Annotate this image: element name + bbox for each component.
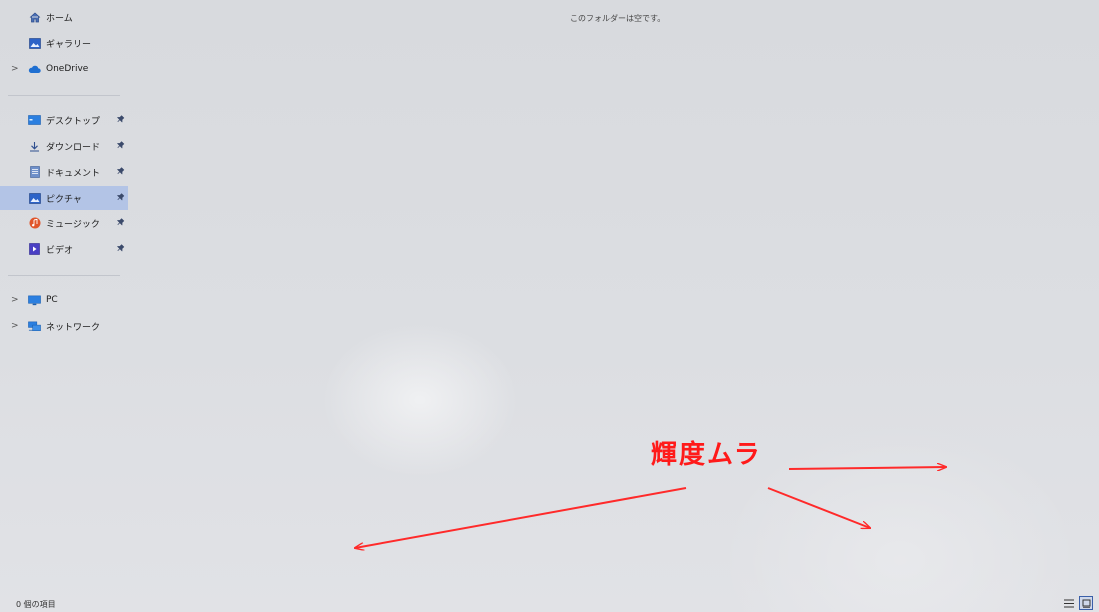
tiles-icon	[1082, 599, 1090, 608]
sidebar-item-label: ホーム	[46, 13, 73, 24]
navigation-pane: ホーム ギャラリー > OneDrive デスクトップ ダウンロード ドキュメン…	[0, 0, 130, 590]
sidebar-item-downloads[interactable]: ダウンロード	[0, 134, 128, 158]
sidebar-item-gallery[interactable]: ギャラリー	[0, 31, 128, 55]
sidebar-item-label: PC	[46, 295, 58, 305]
sidebar-item-label: ビデオ	[46, 245, 74, 256]
document-icon	[28, 166, 41, 178]
status-item-count: 0 個の項目	[16, 600, 56, 609]
annotation-arrow-down-right	[767, 487, 870, 528]
pictures-icon	[28, 192, 41, 204]
sidebar-item-label: ギャラリー	[46, 39, 92, 50]
sidebar-divider	[8, 275, 120, 276]
sidebar-item-documents[interactable]: ドキュメント	[0, 160, 128, 184]
view-toggle	[1062, 596, 1093, 610]
large-icons-view-button[interactable]	[1079, 596, 1093, 610]
chevron-right-icon[interactable]: >	[11, 64, 19, 74]
file-explorer-window: ホーム ギャラリー > OneDrive デスクトップ ダウンロード ドキュメン…	[0, 0, 1099, 612]
home-icon	[28, 11, 41, 23]
pin-icon[interactable]	[113, 243, 125, 255]
desktop-icon	[28, 114, 41, 126]
pin-icon[interactable]	[113, 140, 125, 152]
sidebar-item-label: ネットワーク	[46, 322, 101, 333]
sidebar-item-label: ミュージック	[46, 219, 100, 230]
empty-folder-message: このフォルダーは空です。	[570, 14, 666, 23]
pc-icon	[28, 294, 41, 306]
music-icon	[28, 217, 41, 229]
sidebar-item-label: ドキュメント	[46, 168, 101, 179]
pin-icon[interactable]	[113, 166, 125, 178]
pin-icon[interactable]	[113, 217, 125, 229]
chevron-right-icon[interactable]: >	[11, 321, 19, 331]
list-icon	[1064, 599, 1074, 607]
sidebar-item-network[interactable]: > ネットワーク	[0, 314, 128, 338]
sidebar-item-home[interactable]: ホーム	[0, 5, 128, 29]
pin-icon[interactable]	[113, 192, 125, 204]
sidebar-item-label: OneDrive	[46, 64, 89, 74]
sidebar-item-label: ピクチャ	[46, 194, 82, 205]
sidebar-item-pc[interactable]: > PC	[0, 288, 128, 312]
network-icon	[28, 320, 41, 332]
cloud-icon	[28, 63, 41, 75]
annotation-arrows	[0, 0, 1099, 612]
video-icon	[28, 243, 41, 255]
annotation-arrow-left	[355, 487, 687, 548]
sidebar-item-label: ダウンロード	[46, 142, 101, 153]
sidebar-item-desktop[interactable]: デスクトップ	[0, 108, 128, 132]
chevron-right-icon[interactable]: >	[11, 295, 19, 305]
download-icon	[28, 140, 41, 152]
annotation-arrow-right	[788, 467, 946, 469]
sidebar-item-videos[interactable]: ビデオ	[0, 237, 128, 261]
sidebar-item-onedrive[interactable]: > OneDrive	[0, 57, 128, 81]
annotation-label: 輝度ムラ	[651, 440, 762, 470]
details-view-button[interactable]	[1062, 596, 1076, 610]
sidebar-item-pictures[interactable]: ピクチャ	[0, 186, 128, 210]
sidebar-divider	[8, 95, 120, 96]
sidebar-item-music[interactable]: ミュージック	[0, 211, 128, 235]
gallery-icon	[28, 37, 41, 49]
sidebar-item-label: デスクトップ	[46, 116, 101, 127]
pin-icon[interactable]	[113, 114, 125, 126]
